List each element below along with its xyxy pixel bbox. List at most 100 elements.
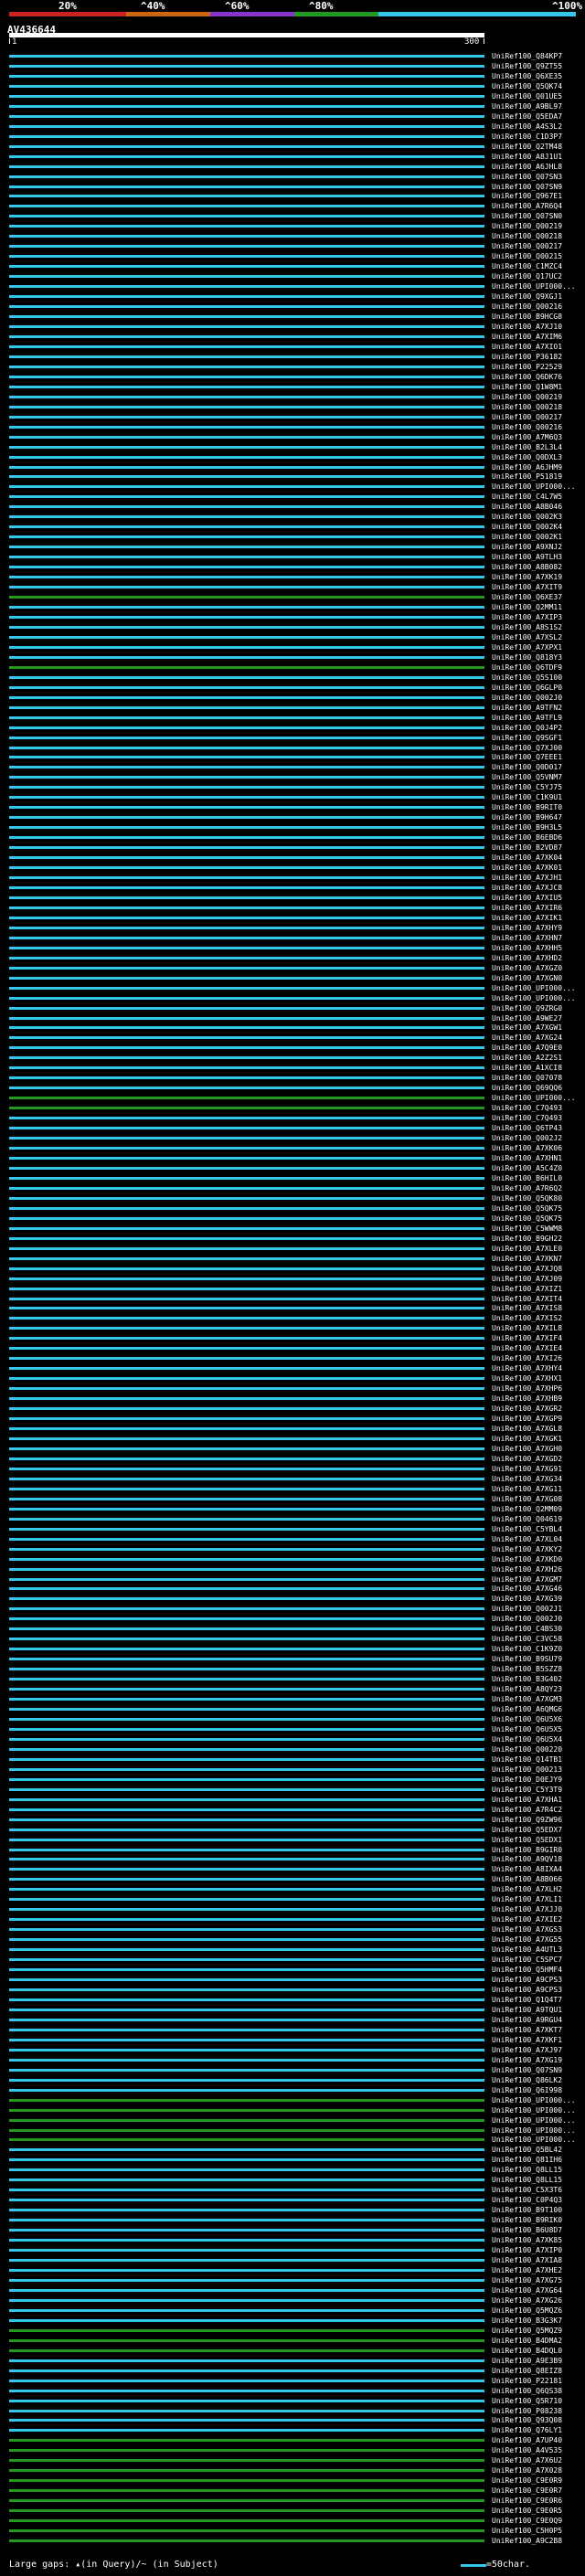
hit-row[interactable]: UniRef100_UPI000... xyxy=(9,2116,576,2125)
hit-row[interactable]: UniRef100_C7Q493 xyxy=(9,1104,576,1113)
hit-bar[interactable] xyxy=(9,1698,484,1701)
hit-label[interactable]: UniRef100_UPI000... xyxy=(492,482,576,491)
hit-row[interactable]: UniRef100_A9BL97 xyxy=(9,102,576,111)
hit-label[interactable]: UniRef100_Q967E1 xyxy=(492,192,562,200)
hit-row[interactable]: UniRef100_B5SZZ8 xyxy=(9,1665,576,1674)
hit-row[interactable]: UniRef100_A7XIP0 xyxy=(9,2246,576,2255)
hit-row[interactable]: UniRef100_C9E0Q9 xyxy=(9,2517,576,2526)
hit-bar[interactable] xyxy=(9,866,484,870)
hit-bar[interactable] xyxy=(9,1216,484,1220)
hit-label[interactable]: UniRef100_B9HCG8 xyxy=(492,313,562,321)
hit-label[interactable]: UniRef100_A7XJC8 xyxy=(492,884,562,892)
hit-bar[interactable] xyxy=(9,265,484,269)
hit-label[interactable]: UniRef100_A7XIP3 xyxy=(492,613,562,621)
hit-row[interactable]: UniRef100_A7XL04 xyxy=(9,1535,576,1544)
hit-bar[interactable] xyxy=(9,716,484,719)
hit-row[interactable]: UniRef100_A7XIF4 xyxy=(9,1334,576,1343)
hit-row[interactable]: UniRef100_A7XIA8 xyxy=(9,2256,576,2265)
hit-row[interactable]: UniRef100_A9WE27 xyxy=(9,1014,576,1023)
hit-row[interactable]: UniRef100_A7XGK1 xyxy=(9,1435,576,1444)
hit-row[interactable]: UniRef100_Q01UE5 xyxy=(9,92,576,101)
hit-label[interactable]: UniRef100_A7XGS3 xyxy=(492,1925,562,1934)
hit-bar[interactable] xyxy=(9,705,484,709)
hit-row[interactable]: UniRef100_Q7EEE1 xyxy=(9,753,576,762)
hit-label[interactable]: UniRef100_Q9XGJ1 xyxy=(492,292,562,301)
hit-label[interactable]: UniRef100_A7XGM7 xyxy=(492,1575,562,1584)
hit-bar[interactable] xyxy=(9,215,484,218)
hit-bar[interactable] xyxy=(9,1427,484,1431)
hit-row[interactable]: UniRef100_A7XKN7 xyxy=(9,1255,576,1264)
hit-row[interactable]: UniRef100_A9TFN2 xyxy=(9,704,576,713)
hit-bar[interactable] xyxy=(9,635,484,639)
hit-row[interactable]: UniRef100_A9QV18 xyxy=(9,1855,576,1864)
hit-bar[interactable] xyxy=(9,2088,484,2092)
hit-bar[interactable] xyxy=(9,144,484,148)
hit-bar[interactable] xyxy=(9,2529,484,2533)
hit-label[interactable]: UniRef100_A7XL04 xyxy=(492,1535,562,1543)
hit-row[interactable]: UniRef100_A9XNJ2 xyxy=(9,543,576,552)
hit-bar[interactable] xyxy=(9,586,484,589)
hit-bar[interactable] xyxy=(9,726,484,729)
hit-row[interactable]: UniRef100_C3VC58 xyxy=(9,1635,576,1644)
hit-bar[interactable] xyxy=(9,114,484,118)
hit-bar[interactable] xyxy=(9,445,484,449)
hit-bar[interactable] xyxy=(9,1307,484,1310)
hit-label[interactable]: UniRef100_C0P4Q3 xyxy=(492,2196,562,2204)
hit-label[interactable]: UniRef100_A8B066 xyxy=(492,1875,562,1883)
hit-row[interactable]: UniRef100_Q00218 xyxy=(9,232,576,241)
hit-bar[interactable] xyxy=(9,2509,484,2513)
hit-bar[interactable] xyxy=(9,856,484,860)
hit-label[interactable]: UniRef100_UPI000... xyxy=(492,994,576,1002)
hit-bar[interactable] xyxy=(9,2519,484,2523)
hit-label[interactable]: UniRef100_Q76LY1 xyxy=(492,2426,562,2434)
hit-row[interactable]: UniRef100_Q5VNM7 xyxy=(9,773,576,782)
hit-bar[interactable] xyxy=(9,1888,484,1892)
hit-bar[interactable] xyxy=(9,2399,484,2402)
hit-label[interactable]: UniRef100_B9SU79 xyxy=(492,1655,562,1663)
hit-row[interactable]: UniRef100_UPI000... xyxy=(9,994,576,1003)
hit-bar[interactable] xyxy=(9,736,484,739)
hit-label[interactable]: UniRef100_B4DMA2 xyxy=(492,2337,562,2345)
hit-bar[interactable] xyxy=(9,576,484,579)
hit-bar[interactable] xyxy=(9,2138,484,2142)
hit-label[interactable]: UniRef100_C1MZC4 xyxy=(492,262,562,270)
hit-label[interactable]: UniRef100_UPI000... xyxy=(492,2096,576,2104)
hit-bar[interactable] xyxy=(9,2499,484,2503)
hit-label[interactable]: UniRef100_Q818Y3 xyxy=(492,653,562,662)
hit-label[interactable]: UniRef100_A7XIS8 xyxy=(492,1304,562,1312)
hit-label[interactable]: UniRef100_A7XIK1 xyxy=(492,914,562,922)
hit-label[interactable]: UniRef100_Q1W8M1 xyxy=(492,383,562,391)
hit-bar[interactable] xyxy=(9,2108,484,2112)
hit-row[interactable]: UniRef100_Q002J0 xyxy=(9,1615,576,1624)
hit-bar[interactable] xyxy=(9,2469,484,2473)
hit-bar[interactable] xyxy=(9,2128,484,2132)
hit-bar[interactable] xyxy=(9,285,484,289)
hit-bar[interactable] xyxy=(9,2259,484,2263)
hit-row[interactable]: UniRef100_A8IXA4 xyxy=(9,1865,576,1874)
hit-bar[interactable] xyxy=(9,1297,484,1300)
hit-row[interactable]: UniRef100_C1K9U1 xyxy=(9,793,576,802)
hit-bar[interactable] xyxy=(9,816,484,820)
hit-bar[interactable] xyxy=(9,74,484,78)
hit-bar[interactable] xyxy=(9,1978,484,1982)
hit-row[interactable]: UniRef100_A7XHY4 xyxy=(9,1364,576,1373)
hit-label[interactable]: UniRef100_Q81IH6 xyxy=(492,2156,562,2164)
hit-bar[interactable] xyxy=(9,2148,484,2152)
hit-row[interactable]: UniRef100_A7XLH2 xyxy=(9,1885,576,1894)
hit-label[interactable]: UniRef100_Q00217 xyxy=(492,413,562,421)
hit-bar[interactable] xyxy=(9,786,484,790)
hit-row[interactable]: UniRef100_A6JHL8 xyxy=(9,163,576,172)
hit-label[interactable]: UniRef100_C5X3T6 xyxy=(492,2186,562,2194)
hit-row[interactable]: UniRef100_A7XJ09 xyxy=(9,1275,576,1284)
hit-row[interactable]: UniRef100_Q6U5X4 xyxy=(9,1735,576,1744)
hit-row[interactable]: UniRef100_Q0D017 xyxy=(9,763,576,772)
hit-row[interactable]: UniRef100_Q04619 xyxy=(9,1515,576,1524)
hit-row[interactable]: UniRef100_A7XKY2 xyxy=(9,1545,576,1554)
hit-row[interactable]: UniRef100_A7XIO1 xyxy=(9,343,576,352)
hit-row[interactable]: UniRef100_C0P4Q3 xyxy=(9,2196,576,2205)
hit-bar[interactable] xyxy=(9,1577,484,1581)
hit-label[interactable]: UniRef100_A7XGM3 xyxy=(492,1695,562,1703)
hit-label[interactable]: UniRef100_A7XLE0 xyxy=(492,1245,562,1253)
hit-label[interactable]: UniRef100_A9TQU1 xyxy=(492,2006,562,2014)
hit-bar[interactable] xyxy=(9,1226,484,1230)
